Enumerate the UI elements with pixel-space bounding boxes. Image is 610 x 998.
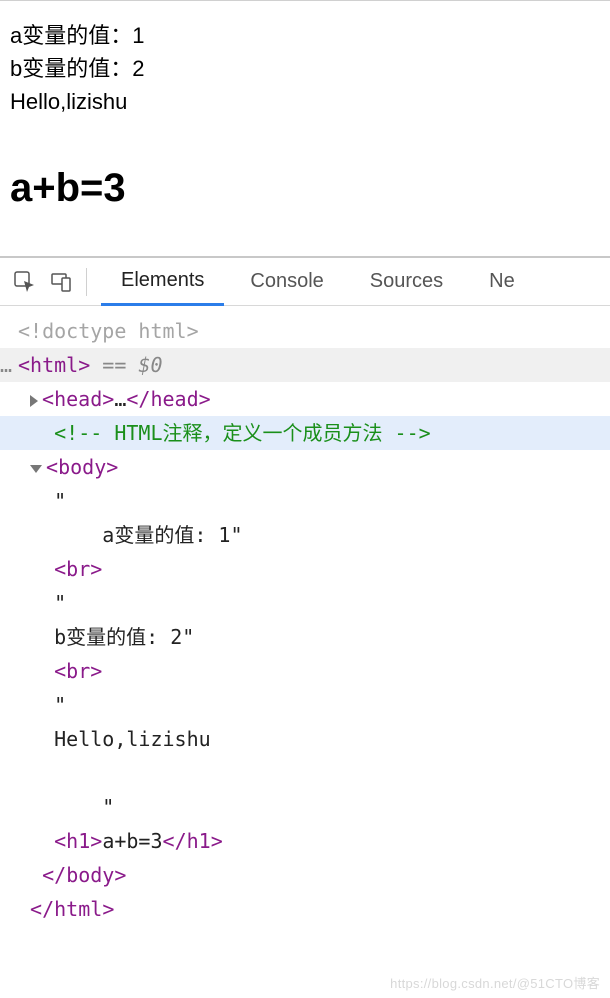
- code-text[interactable]: ": [0, 484, 610, 518]
- devtools-toolbar: Elements Console Sources Ne: [0, 258, 610, 306]
- tab-console[interactable]: Console: [230, 258, 343, 306]
- elements-tree[interactable]: <!doctype html> …<html> == $0 <head>…</h…: [0, 306, 610, 940]
- tab-sources[interactable]: Sources: [350, 258, 463, 306]
- code-text[interactable]: b变量的值: 2": [0, 620, 610, 654]
- code-body-open[interactable]: <body>: [0, 450, 610, 484]
- code-body-close[interactable]: </body>: [0, 858, 610, 892]
- code-html-close[interactable]: </html>: [0, 892, 610, 926]
- page-text-line: b变量的值：2: [10, 52, 600, 85]
- code-doctype[interactable]: <!doctype html>: [0, 314, 610, 348]
- code-html-open[interactable]: …<html> == $0: [0, 348, 610, 382]
- code-head[interactable]: <head>…</head>: [0, 382, 610, 416]
- inspect-element-icon[interactable]: [10, 267, 40, 297]
- page-text-line: a变量的值：1: [10, 19, 600, 52]
- code-text[interactable]: a变量的值: 1": [0, 518, 610, 552]
- rendered-page: a变量的值：1 b变量的值：2 Hello,lizishu a+b=3: [0, 0, 610, 228]
- code-text[interactable]: Hello,lizishu: [0, 722, 610, 756]
- expand-arrow-icon[interactable]: [30, 395, 38, 407]
- collapse-arrow-icon[interactable]: [30, 465, 42, 473]
- code-br[interactable]: <br>: [0, 654, 610, 688]
- code-br[interactable]: <br>: [0, 552, 610, 586]
- toolbar-separator: [86, 268, 87, 296]
- devtools-panel: Elements Console Sources Ne <!doctype ht…: [0, 256, 610, 940]
- code-text[interactable]: [0, 756, 610, 790]
- code-text[interactable]: ": [0, 586, 610, 620]
- page-heading: a+b=3: [10, 158, 600, 218]
- watermark: https://blog.csdn.net/@51CTO博客: [390, 973, 600, 992]
- tab-network[interactable]: Ne: [469, 258, 535, 306]
- tab-elements[interactable]: Elements: [101, 258, 224, 306]
- page-text-line: Hello,lizishu: [10, 85, 600, 118]
- code-text[interactable]: ": [0, 688, 610, 722]
- device-toggle-icon[interactable]: [46, 267, 76, 297]
- code-comment[interactable]: <!-- HTML注释，定义一个成员方法 -->: [0, 416, 610, 450]
- code-h1[interactable]: <h1>a+b=3</h1>: [0, 824, 610, 858]
- code-text[interactable]: ": [0, 790, 610, 824]
